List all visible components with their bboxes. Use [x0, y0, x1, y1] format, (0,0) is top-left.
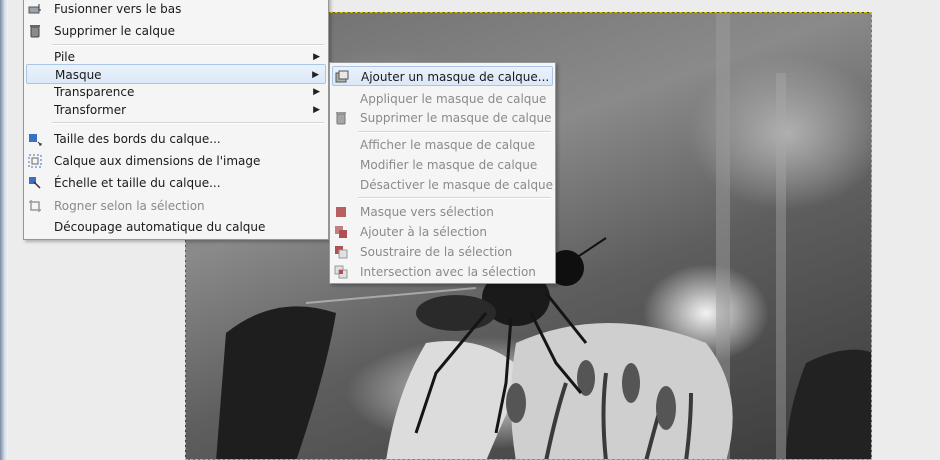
menu-separator: [52, 44, 324, 46]
merge-down-icon: [28, 2, 42, 16]
menu-item-delete-layer[interactable]: Supprimer le calque: [26, 21, 326, 41]
submenu-arrow-icon: ▶: [313, 105, 320, 115]
menu-separator: [52, 122, 324, 124]
crop-icon: [28, 199, 42, 213]
menu-item-mask-to-selection[interactable]: Masque vers sélection: [332, 202, 553, 222]
trash-icon: [334, 111, 348, 125]
menu-item-merge-down[interactable]: Fusionner vers le bas: [26, 0, 326, 19]
menu-item-add-to-selection[interactable]: Ajouter à la sélection: [332, 222, 553, 242]
submenu-arrow-icon: ▶: [313, 87, 320, 97]
menu-item-layer-to-image-size[interactable]: Calque aux dimensions de l'image: [26, 151, 326, 171]
menu-item-subtract-from-selection[interactable]: Soustraire de la sélection: [332, 242, 553, 262]
menu-item-intersect-with-selection[interactable]: Intersection avec la sélection: [332, 262, 553, 282]
menu-separator: [358, 197, 551, 199]
menu-item-transparency[interactable]: Transparence ▶: [26, 82, 326, 102]
menu-item-crop-to-selection[interactable]: Rogner selon la sélection: [26, 196, 326, 216]
menu-item-transform[interactable]: Transformer ▶: [26, 100, 326, 120]
menu-item-mask[interactable]: Masque ▶: [26, 64, 326, 84]
selection-intersect-icon: [334, 265, 348, 279]
scale-layer-icon: [28, 176, 42, 190]
layer-boundary-icon: [28, 132, 42, 146]
mask-submenu: Ajouter un masque de calque... Appliquer…: [329, 62, 556, 284]
menu-item-scale-layer[interactable]: Échelle et taille du calque...: [26, 173, 326, 193]
menu-item-autocrop-layer[interactable]: Découpage automatique du calque: [26, 217, 326, 237]
menu-item-delete-layer-mask[interactable]: Supprimer le masque de calque: [332, 108, 553, 128]
menu-item-add-layer-mask[interactable]: Ajouter un masque de calque...: [332, 66, 553, 86]
trash-icon: [28, 24, 42, 38]
selection-subtract-icon: [334, 245, 348, 259]
layer-to-image-size-icon: [28, 154, 42, 168]
menu-item-layer-boundary-size[interactable]: Taille des bords du calque...: [26, 129, 326, 149]
menu-item-edit-layer-mask[interactable]: Modifier le masque de calque: [332, 155, 553, 175]
add-layer-mask-icon: [335, 70, 349, 84]
menu-item-disable-layer-mask[interactable]: Désactiver le masque de calque: [332, 175, 553, 195]
layer-context-menu: Fusionner vers le bas Supprimer le calqu…: [23, 0, 329, 240]
menu-separator: [358, 131, 551, 133]
menu-item-show-layer-mask[interactable]: Afficher le masque de calque: [332, 135, 553, 155]
selection-add-icon: [334, 225, 348, 239]
menu-item-apply-layer-mask[interactable]: Appliquer le masque de calque: [332, 89, 553, 109]
window-frame-left: [0, 0, 8, 460]
mask-to-selection-icon: [334, 205, 348, 219]
